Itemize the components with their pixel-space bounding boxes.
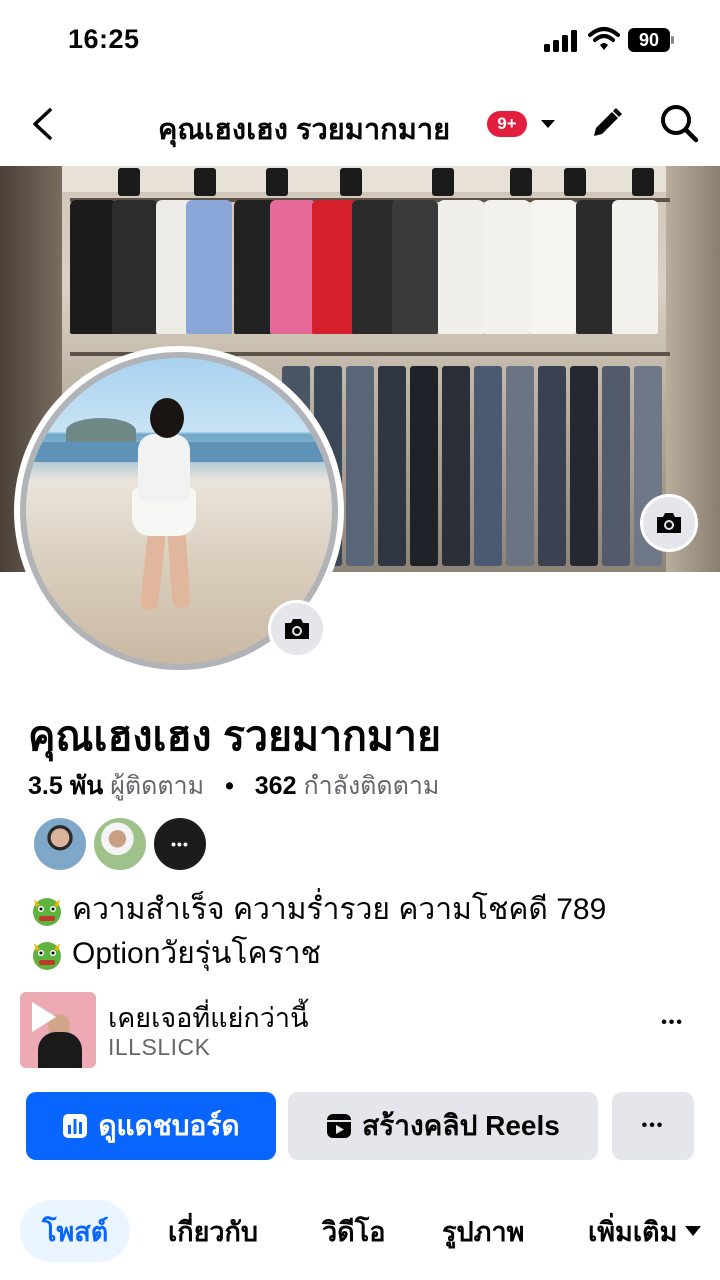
followers-label[interactable]: ผู้ติดตาม bbox=[110, 772, 204, 800]
tab-more-label: เพิ่มเติม bbox=[588, 1216, 678, 1247]
tab-posts[interactable]: โพสต์ bbox=[20, 1200, 131, 1262]
top-navigation-bar: คุณเฮงเฮง รวยมากมาย 9+ bbox=[0, 92, 720, 156]
notification-badge: 9+ bbox=[487, 111, 527, 137]
dragon-emoji-icon bbox=[33, 898, 61, 926]
avatar[interactable] bbox=[32, 816, 88, 872]
following-label[interactable]: กำลังติดตาม bbox=[303, 772, 439, 800]
more-friends-button[interactable]: ••• bbox=[152, 816, 208, 872]
camera-icon bbox=[285, 619, 309, 639]
dashboard-icon bbox=[63, 1114, 88, 1138]
status-bar: 16:25 90 bbox=[0, 0, 720, 84]
cover-camera-button[interactable] bbox=[640, 494, 698, 552]
music-more-button[interactable]: ••• bbox=[661, 1014, 684, 1032]
profile-bio: ความสำเร็จ ความร่ำรวย ความโชคดี 789 Opti… bbox=[28, 888, 606, 976]
profile-actions: ดูแดชบอร์ด สร้างคลิป Reels ••• bbox=[26, 1092, 694, 1162]
status-time: 16:25 bbox=[68, 24, 140, 54]
camera-icon bbox=[657, 513, 681, 533]
pencil-icon[interactable] bbox=[586, 104, 626, 144]
caret-down-icon bbox=[685, 1226, 702, 1236]
wifi-icon bbox=[588, 27, 620, 50]
profile-camera-button[interactable] bbox=[268, 600, 326, 658]
battery-icon: 90 bbox=[628, 28, 674, 52]
play-icon bbox=[32, 1002, 56, 1032]
create-reels-button[interactable]: สร้างคลิป Reels bbox=[288, 1092, 598, 1160]
profile-tabs: โพสต์ เกี่ยวกับ วิดีโอ รูปภาพ เพิ่มเติม bbox=[20, 1200, 720, 1264]
profile-name: คุณเฮงเฮง รวยมากมาย bbox=[28, 713, 441, 759]
tab-photos[interactable]: รูปภาพ bbox=[442, 1200, 524, 1262]
following-count[interactable]: 362 bbox=[255, 772, 297, 800]
bio-line: ความสำเร็จ ความร่ำรวย ความโชคดี 789 bbox=[72, 893, 607, 926]
search-icon[interactable] bbox=[658, 102, 700, 144]
bio-line: Optionวัยรุ่นโคราช bbox=[72, 937, 321, 970]
dashboard-button[interactable]: ดูแดชบอร์ด bbox=[26, 1092, 276, 1160]
back-icon bbox=[33, 108, 52, 140]
signal-icon bbox=[544, 30, 577, 52]
dashboard-label: ดูแดชบอร์ด bbox=[98, 1110, 240, 1141]
battery-level: 90 bbox=[628, 28, 670, 52]
reels-icon bbox=[327, 1114, 352, 1138]
header-title[interactable]: คุณเฮงเฮง รวยมากมาย bbox=[158, 106, 450, 152]
avatar[interactable] bbox=[92, 816, 148, 872]
more-actions-button[interactable]: ••• bbox=[612, 1092, 694, 1160]
chevron-down-icon[interactable] bbox=[538, 114, 558, 134]
dragon-emoji-icon bbox=[33, 942, 61, 970]
music-artist: ILLSLICK bbox=[108, 1034, 211, 1060]
stats-separator: • bbox=[225, 772, 234, 800]
tab-videos[interactable]: วิดีโอ bbox=[322, 1200, 385, 1262]
tab-more[interactable]: เพิ่มเติม bbox=[588, 1200, 702, 1262]
music-title: เคยเจอที่แย่กว่านี้ bbox=[108, 1003, 309, 1033]
back-button[interactable] bbox=[22, 102, 62, 146]
music-album-art[interactable] bbox=[20, 992, 96, 1068]
follow-stats: 3.5 พัน ผู้ติดตาม • 362 กำลังติดตาม bbox=[28, 766, 439, 806]
create-reels-label: สร้างคลิป Reels bbox=[362, 1110, 560, 1141]
tab-about[interactable]: เกี่ยวกับ bbox=[168, 1200, 258, 1262]
followers-count[interactable]: 3.5 พัน bbox=[28, 772, 103, 800]
profile-music[interactable]: เคยเจอที่แย่กว่านี้ ILLSLICK ••• bbox=[20, 990, 700, 1068]
